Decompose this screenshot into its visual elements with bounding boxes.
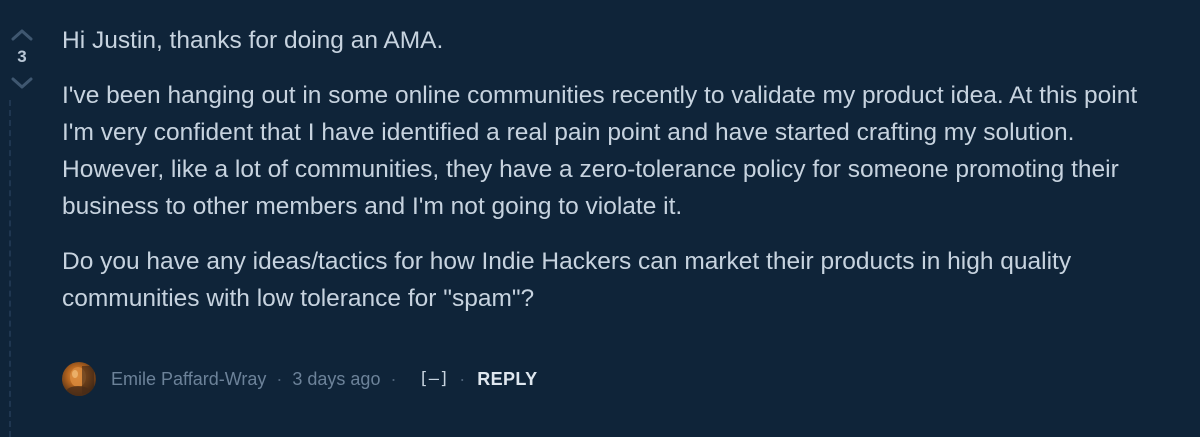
avatar[interactable] [62, 362, 96, 396]
comment-paragraph: I've been hanging out in some online com… [62, 82, 1138, 220]
thread-line [9, 100, 11, 437]
reply-button[interactable]: REPLY [477, 369, 537, 390]
downvote-button[interactable] [10, 76, 34, 92]
upvote-button[interactable] [10, 26, 34, 42]
vote-column: 3 [0, 20, 44, 100]
comment-paragraph: Do you have any ideas/tactics for how In… [62, 248, 1072, 312]
separator-dot: · [459, 368, 466, 389]
separator-dot: · [390, 368, 397, 389]
timestamp[interactable]: 3 days ago [292, 369, 380, 390]
separator-dot: · [276, 368, 283, 389]
vote-count: 3 [17, 47, 27, 66]
chevron-up-icon [11, 29, 33, 41]
comment-paragraph: Hi Justin, thanks for doing an AMA. [62, 27, 444, 54]
comment-meta: Emile Paffard-Wray · 3 days ago · [–] · … [62, 360, 538, 398]
collapse-button[interactable]: [–] [418, 369, 449, 389]
author-name[interactable]: Emile Paffard-Wray [111, 369, 266, 390]
comment-body: Hi Justin, thanks for doing an AMA. I've… [62, 22, 1172, 335]
avatar-image [66, 366, 94, 396]
chevron-down-icon [11, 77, 33, 89]
